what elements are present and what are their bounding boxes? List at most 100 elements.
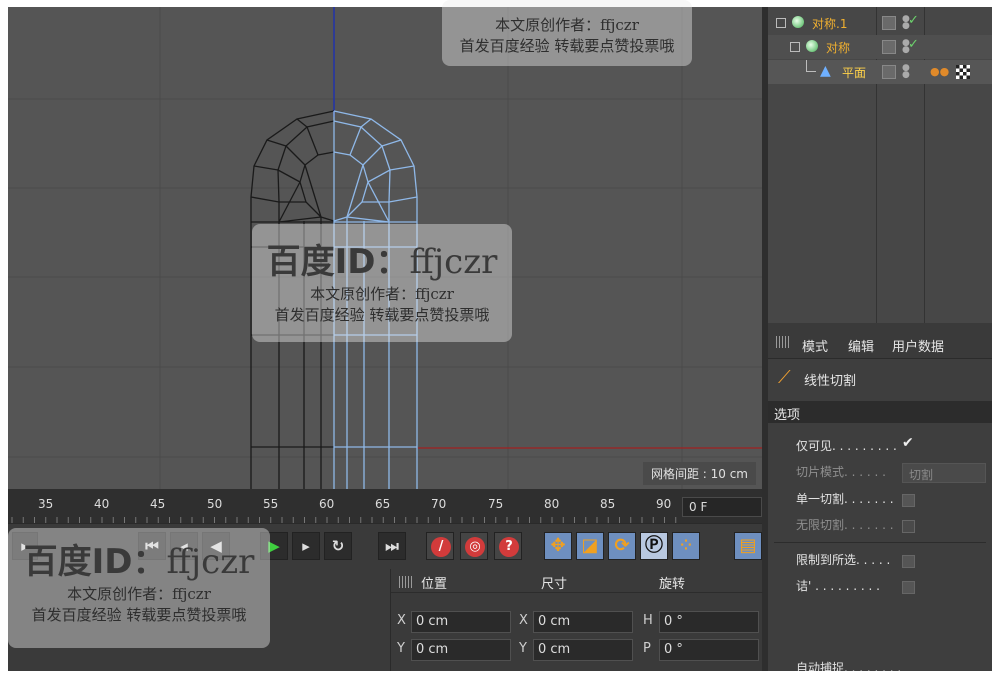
tab-mode[interactable]: 模式 bbox=[802, 336, 828, 355]
enabled-check-icon[interactable]: ✓ bbox=[908, 13, 919, 28]
size-header: 尺寸 bbox=[541, 577, 568, 592]
film-strip-icon[interactable]: ▤ bbox=[734, 532, 762, 560]
watermark-author: 本文原创作者：ffjczr bbox=[67, 585, 211, 603]
attribute-manager: 模式 编辑 用户数据 ⟋ 线性切割 选项 仅可见. . . . . . . . … bbox=[768, 329, 992, 671]
axis-label: X bbox=[519, 613, 528, 628]
material-tag-icon[interactable]: ●● bbox=[930, 65, 949, 78]
point-level-button[interactable]: ⁘ bbox=[672, 532, 700, 560]
expand-toggle-icon[interactable] bbox=[790, 42, 800, 52]
axis-label: H bbox=[643, 613, 653, 628]
timeline-tick-label: 60 bbox=[319, 497, 335, 511]
timeline-tick-label: 90 bbox=[656, 497, 672, 511]
layer-icon[interactable] bbox=[882, 16, 896, 30]
size-x-field[interactable]: 0 cm bbox=[533, 611, 633, 633]
option-label: 无限切割. . . . . . . bbox=[796, 518, 894, 532]
axis-label: Y bbox=[519, 641, 527, 656]
size-y-field[interactable]: 0 cm bbox=[533, 639, 633, 661]
watermark-note: 首发百度经验 转载要点赞投票哦 bbox=[274, 306, 490, 324]
expand-toggle-icon[interactable] bbox=[776, 18, 786, 28]
timeline-tick-label: 45 bbox=[150, 497, 166, 511]
object-name: 对称 bbox=[826, 41, 851, 55]
checkbox-checked-icon[interactable]: ✔ bbox=[902, 435, 914, 451]
visibility-dots-icon[interactable]: ● ● bbox=[902, 15, 910, 31]
enabled-check-icon[interactable]: ✓ bbox=[908, 37, 919, 52]
step-forward-icon[interactable]: ▸ bbox=[292, 532, 320, 560]
position-header: 位置 bbox=[421, 577, 448, 592]
coordinates-row: X 0 cm X 0 cm H 0 ° bbox=[391, 609, 763, 635]
timeline-ruler[interactable]: 35 40 45 50 55 60 65 70 75 80 85 90 0 F bbox=[8, 489, 762, 523]
timeline-tick-label: 85 bbox=[600, 497, 616, 511]
object-name: 对称.1 bbox=[812, 17, 848, 31]
layer-icon[interactable] bbox=[882, 40, 896, 54]
rotation-h-field[interactable]: 0 ° bbox=[659, 611, 759, 633]
object-manager: 对称.1 ● ● ✓ 对称 ● ● ✓ ▲ 平面 ● ● ●● bbox=[768, 7, 992, 323]
symmetry-icon bbox=[792, 16, 804, 28]
rotation-header: 旋转 bbox=[659, 577, 686, 592]
option-label: 仅可见. . . . . . . . . bbox=[796, 439, 897, 453]
option-visible-only[interactable]: 仅可见. . . . . . . . . ✔ bbox=[796, 435, 986, 459]
option-auto-snap[interactable]: 自动捕捉. . . . . . . . bbox=[796, 659, 986, 671]
axis-label: Y bbox=[397, 641, 405, 656]
tab-edit[interactable]: 编辑 bbox=[848, 336, 874, 355]
position-y-field[interactable]: 0 cm bbox=[411, 639, 511, 661]
object-name: 平面 bbox=[842, 66, 867, 80]
object-row-symmetry[interactable]: 对称 ● ● ✓ bbox=[768, 35, 992, 59]
option-label: 自动捕捉. . . . . . . . bbox=[796, 661, 902, 671]
move-tool-button[interactable]: ✥ bbox=[544, 532, 572, 560]
symmetry-icon bbox=[806, 40, 818, 52]
position-x-field[interactable]: 0 cm bbox=[411, 611, 511, 633]
watermark-top: 本文原创作者：ffjczr 首发百度经验 转载要点赞投票哦 bbox=[442, 14, 692, 56]
checker-tag-icon[interactable] bbox=[956, 65, 970, 79]
keyframe-selection-button[interactable]: ? bbox=[494, 532, 522, 560]
parameter-button[interactable]: Ⓟ bbox=[640, 532, 668, 560]
checkbox[interactable] bbox=[902, 581, 915, 594]
tree-connector-icon bbox=[806, 60, 816, 72]
object-row-plane[interactable]: ▲ 平面 ● ● ●● bbox=[768, 60, 992, 84]
watermark-id-label: 百度ID： bbox=[23, 542, 167, 582]
option-single-cut[interactable]: 单一切割. . . . . . . bbox=[796, 490, 986, 512]
help-icon: ? bbox=[499, 537, 519, 557]
option-infinite-cut[interactable]: 无限切割. . . . . . . bbox=[796, 516, 986, 538]
record-keyframe-button[interactable]: / bbox=[426, 532, 454, 560]
option-label: 切片模式. . . . . . bbox=[796, 465, 886, 479]
checkbox[interactable] bbox=[902, 494, 915, 507]
tab-user-data[interactable]: 用户数据 bbox=[892, 336, 944, 355]
watermark-id-value: ffjczr bbox=[409, 242, 498, 282]
watermark-note: 首发百度经验 转载要点赞投票哦 bbox=[31, 606, 247, 624]
option-restrict-to-selection[interactable]: 限制到所选. . . . . bbox=[796, 551, 986, 573]
coordinates-manager: 位置 尺寸 旋转 X 0 cm X 0 cm H 0 ° Y 0 cm Y 0 … bbox=[390, 569, 763, 671]
object-row-symmetry-1[interactable]: 对称.1 ● ● ✓ bbox=[768, 11, 992, 35]
rotate-tool-button[interactable]: ⟳ bbox=[608, 532, 636, 560]
watermark-author: 本文原创作者：ffjczr bbox=[310, 285, 454, 303]
section-title: 选项 bbox=[768, 401, 992, 423]
coordinates-row: Y 0 cm Y 0 cm P 0 ° bbox=[391, 637, 763, 663]
timeline-tick-label: 50 bbox=[207, 497, 223, 511]
watermark-note: 首发百度经验 转载要点赞投票哦 bbox=[459, 37, 675, 55]
option-partial[interactable]: 诘' . . . . . . . . . bbox=[796, 577, 986, 599]
attribute-tabs: 模式 编辑 用户数据 bbox=[768, 329, 992, 359]
scale-tool-button[interactable]: ◪ bbox=[576, 532, 604, 560]
current-frame-field[interactable]: 0 F bbox=[682, 497, 762, 517]
layer-icon[interactable] bbox=[882, 65, 896, 79]
slice-mode-select[interactable]: 切割 bbox=[902, 463, 986, 483]
watermark-bottom: 百度ID：ffjczr 本文原创作者：ffjczr 首发百度经验 转载要点赞投票… bbox=[8, 534, 270, 625]
auto-key-icon: ◎ bbox=[465, 537, 485, 557]
visibility-dots-icon[interactable]: ● ● bbox=[902, 39, 910, 55]
panel-grip-icon[interactable] bbox=[776, 336, 790, 348]
visibility-dots-icon[interactable]: ● ● bbox=[902, 64, 910, 80]
axis-label: P bbox=[643, 641, 651, 656]
option-slice-mode[interactable]: 切片模式. . . . . . 切割 bbox=[796, 463, 986, 485]
plane-icon: ▲ bbox=[820, 63, 831, 79]
timeline-tick-label: 75 bbox=[488, 497, 504, 511]
panel-grip-icon[interactable] bbox=[399, 576, 413, 588]
loop-icon[interactable]: ↻ bbox=[324, 532, 352, 560]
checkbox[interactable] bbox=[902, 555, 915, 568]
checkbox[interactable] bbox=[902, 520, 915, 533]
timeline-tick-label: 65 bbox=[375, 497, 391, 511]
go-to-end-icon[interactable]: ⏭ bbox=[378, 532, 406, 560]
rotation-p-field[interactable]: 0 ° bbox=[659, 639, 759, 661]
auto-keyframe-button[interactable]: ◎ bbox=[460, 532, 488, 560]
axis-label: X bbox=[397, 613, 406, 628]
timeline-tick-label: 70 bbox=[431, 497, 447, 511]
timeline-tick-label: 55 bbox=[263, 497, 279, 511]
